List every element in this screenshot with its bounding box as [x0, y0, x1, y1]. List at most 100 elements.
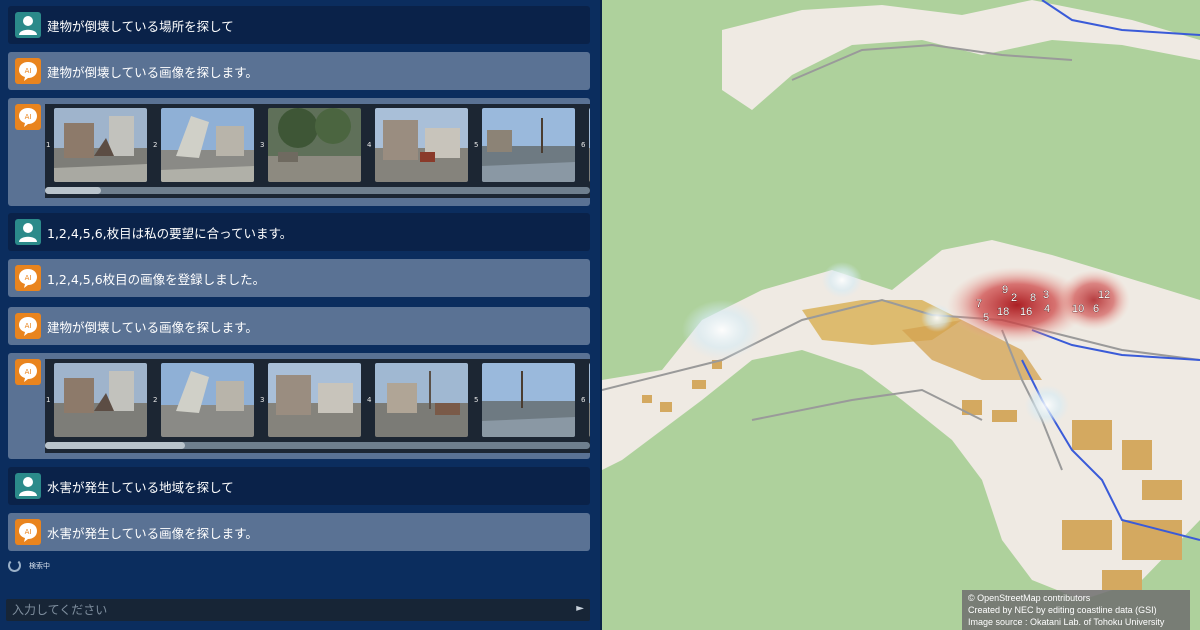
attribution-line: Image source : Okatani Lab. of Tohoku Un…: [968, 617, 1165, 627]
search-glow: [682, 300, 762, 360]
search-glow: [822, 262, 862, 298]
photo-debris-street[interactable]: [375, 363, 468, 437]
chat-message-ai: AI 1,2,4,5,6枚目の画像を登録しました。: [8, 259, 590, 297]
ai-avatar-label: AI: [25, 274, 32, 282]
ai-avatar-label: AI: [25, 368, 32, 376]
map-marker[interactable]: 6: [1093, 303, 1100, 316]
image-thumbnail[interactable]: 4: [366, 363, 473, 437]
image-strip-scrollbar[interactable]: [45, 442, 590, 449]
message-text: 建物が倒壊している画像を探します。: [47, 64, 258, 80]
photo-collapsed-building[interactable]: [161, 108, 254, 182]
map-marker[interactable]: 3: [1043, 289, 1050, 302]
chat-message-ai: AI 建物が倒壊している画像を探します。: [8, 52, 590, 90]
chat-message-image-gallery: AI 1 2 3 4 5 6: [8, 353, 590, 459]
map-marker[interactable]: 12: [1098, 289, 1111, 302]
message-text: 水害が発生している地域を探して: [47, 479, 234, 495]
image-thumbnail[interactable]: 1: [45, 363, 152, 437]
ai-avatar-icon: AI: [15, 58, 41, 84]
chat-input-bar: ►: [6, 599, 590, 621]
thumbnail-number: 5: [474, 396, 479, 404]
photo-damaged-street[interactable]: [375, 108, 468, 182]
photo-building[interactable]: [589, 363, 590, 437]
chat-input[interactable]: [6, 599, 546, 621]
photo-damaged-street[interactable]: [268, 363, 361, 437]
map-marker[interactable]: 18: [997, 306, 1010, 319]
ai-avatar-icon: AI: [15, 359, 41, 385]
image-thumbnail[interactable]: 4: [366, 108, 473, 182]
heatmap-cluster: [1058, 270, 1130, 330]
message-text: 1,2,4,5,6枚目の画像を登録しました。: [47, 271, 266, 287]
message-text: 水害が発生している画像を探します。: [47, 525, 258, 541]
ai-avatar-label: AI: [25, 113, 32, 121]
chat-panel: 建物が倒壊している場所を探して AI 建物が倒壊している画像を探します。 AI …: [0, 0, 602, 630]
image-strip[interactable]: 1 2 3 4 5 6: [45, 359, 590, 453]
attribution-line: Created by NEC by editing coastline data…: [968, 605, 1157, 615]
image-thumbnail[interactable]: 2: [152, 363, 259, 437]
map-attribution: © OpenStreetMap contributors Created by …: [962, 590, 1190, 630]
image-strip[interactable]: 1 2 3 4 5 6: [45, 104, 590, 198]
search-status: 検索中: [8, 559, 50, 572]
ai-avatar-label: AI: [25, 322, 32, 330]
chat-message-image-gallery: AI 1 2 3 4 5 6: [8, 98, 590, 206]
chat-message-user: 水害が発生している地域を探して: [8, 467, 590, 505]
map-marker[interactable]: 4: [1044, 303, 1051, 316]
send-icon[interactable]: ►: [576, 603, 584, 614]
map-marker[interactable]: 9: [1002, 284, 1009, 297]
image-thumbnail[interactable]: 6: [580, 108, 590, 182]
image-thumbnail[interactable]: 6: [580, 363, 590, 437]
photo-flooded-road[interactable]: [482, 363, 575, 437]
thumbnail-number: 1: [46, 396, 51, 404]
chat-message-user: 建物が倒壊している場所を探して: [8, 6, 590, 44]
thumbnail-number: 1: [46, 141, 51, 149]
attribution-line: © OpenStreetMap contributors: [968, 593, 1091, 603]
loading-spinner-icon: [8, 559, 21, 572]
ai-avatar-icon: AI: [15, 313, 41, 339]
image-thumbnail[interactable]: 5: [473, 108, 580, 182]
photo-collapsed-building[interactable]: [54, 363, 147, 437]
thumbnail-number: 2: [153, 141, 158, 149]
thumbnail-number: 6: [581, 141, 586, 149]
photo-building[interactable]: [589, 108, 590, 182]
chat-message-ai: AI 建物が倒壊している画像を探します。: [8, 307, 590, 345]
ai-avatar-icon: AI: [15, 104, 41, 130]
scrollbar-thumb[interactable]: [45, 442, 185, 449]
thumbnail-number: 2: [153, 396, 158, 404]
scrollbar-thumb[interactable]: [45, 187, 101, 194]
image-thumbnail[interactable]: 5: [473, 363, 580, 437]
photo-collapsed-building[interactable]: [54, 108, 147, 182]
image-strip-scrollbar[interactable]: [45, 187, 590, 194]
map-view[interactable]: 9 2 8 3 7 5 18 16 4 10 6 12 © OpenStreet…: [602, 0, 1200, 630]
map-marker[interactable]: 5: [983, 312, 990, 325]
image-thumbnail[interactable]: 1: [45, 108, 152, 182]
user-avatar-icon: [15, 12, 41, 38]
thumbnail-number: 4: [367, 396, 372, 404]
chat-message-user: 1,2,4,5,6,枚目は私の要望に合っています。: [8, 213, 590, 251]
image-thumbnail[interactable]: 2: [152, 108, 259, 182]
map-marker[interactable]: 8: [1030, 292, 1037, 305]
map-marker[interactable]: 16: [1020, 306, 1033, 319]
user-avatar-icon: [15, 219, 41, 245]
image-thumbnail[interactable]: 3: [259, 363, 366, 437]
photo-tree-debris[interactable]: [268, 108, 361, 182]
thumbnail-number: 4: [367, 141, 372, 149]
image-thumbnail[interactable]: 3: [259, 108, 366, 182]
photo-flooded-road[interactable]: [482, 108, 575, 182]
ai-avatar-icon: AI: [15, 519, 41, 545]
thumbnail-number: 6: [581, 396, 586, 404]
message-text: 1,2,4,5,6,枚目は私の要望に合っています。: [47, 225, 293, 241]
photo-collapsed-building[interactable]: [161, 363, 254, 437]
map-canvas[interactable]: 9 2 8 3 7 5 18 16 4 10 6 12: [602, 0, 1200, 630]
thumbnail-number: 3: [260, 396, 265, 404]
message-text: 建物が倒壊している場所を探して: [47, 18, 234, 34]
message-text: 建物が倒壊している画像を探します。: [47, 319, 258, 335]
chat-message-ai: AI 水害が発生している画像を探します。: [8, 513, 590, 551]
map-marker[interactable]: 10: [1072, 303, 1085, 316]
thumbnail-number: 5: [474, 141, 479, 149]
search-glow: [1025, 385, 1069, 425]
ai-avatar-label: AI: [25, 67, 32, 75]
map-marker[interactable]: 7: [976, 298, 983, 311]
ai-avatar-icon: AI: [15, 265, 41, 291]
ai-avatar-label: AI: [25, 528, 32, 536]
user-avatar-icon: [15, 473, 41, 499]
map-marker[interactable]: 2: [1011, 292, 1018, 305]
